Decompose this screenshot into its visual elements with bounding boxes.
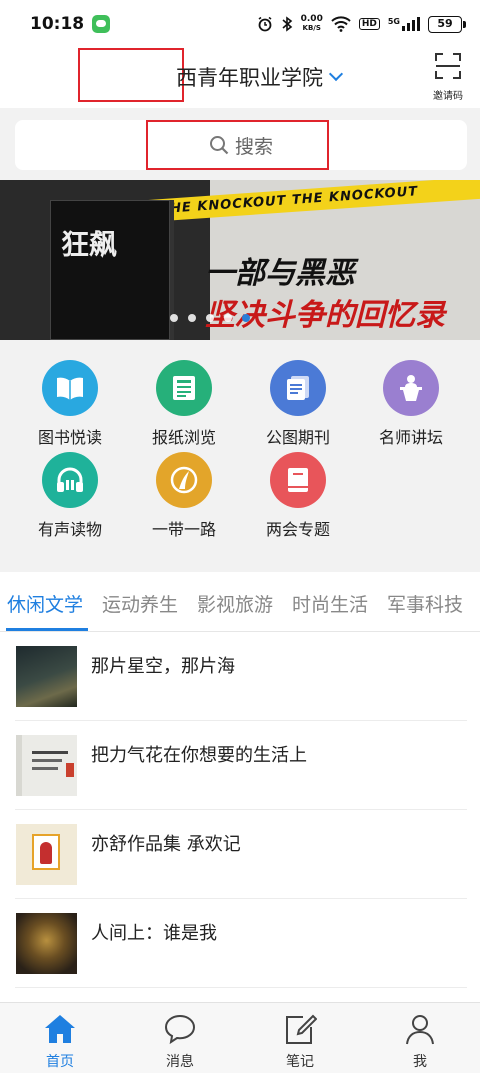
signal-indicator: 5G <box>388 17 420 31</box>
status-bar: 10:18 0.00 KB/S HD 5G 59 <box>0 0 480 48</box>
shortcut-label: 公图期刊 <box>265 428 330 447</box>
shortcut-grid: 图书悦读 报纸浏览 公图期刊 名师讲坛 有声读物 一带一路 两会专题 <box>0 340 480 570</box>
shortcut-audiobooks[interactable]: 有声读物 <box>10 452 130 540</box>
shortcut-newspaper[interactable]: 报纸浏览 <box>124 360 244 448</box>
speed-value: 0.00 <box>300 14 323 24</box>
hd-badge: HD <box>358 18 380 30</box>
scan-icon <box>435 53 461 79</box>
promo-banner[interactable]: THE KNOCKOUT THE KNOCKOUT 狂飙 一部与黑恶 坚决斗争的… <box>0 180 480 340</box>
pagination-dot[interactable] <box>188 314 196 322</box>
shortcut-label: 图书悦读 <box>37 428 102 447</box>
nav-label: 我 <box>413 1054 427 1070</box>
shortcut-label: 有声读物 <box>37 520 102 539</box>
search-area: 搜索 <box>0 108 480 180</box>
message-icon <box>164 1014 196 1045</box>
home-icon <box>45 1015 75 1043</box>
shortcut-belt-road[interactable]: 一带一路 <box>124 452 244 540</box>
pagination-dot-active[interactable] <box>242 314 250 322</box>
article-list: 那片星空，那片海 把力气花在你想要的生活上 亦舒作品集 承欢记 人间上：谁是我 <box>0 632 480 1002</box>
chevron-down-icon <box>328 66 344 82</box>
book-open-icon <box>42 360 98 416</box>
red-book-icon <box>270 452 326 508</box>
pagination-dot[interactable] <box>170 314 178 322</box>
article-thumbnail <box>16 913 77 974</box>
shortcut-book-reading[interactable]: 图书悦读 <box>10 360 130 448</box>
shortcut-lectures[interactable]: 名师讲坛 <box>351 360 471 448</box>
list-item[interactable]: 亦舒作品集 承欢记 <box>15 810 467 899</box>
newspaper-icon <box>156 360 212 416</box>
banner-book-title: 狂飙 <box>61 228 118 261</box>
invite-code-label: 邀请码 <box>433 91 463 102</box>
podium-icon <box>383 360 439 416</box>
school-selector[interactable]: 西青年职业学院 <box>176 62 344 92</box>
article-title: 把力气花在你想要的生活上 <box>91 745 307 766</box>
document-icon <box>270 360 326 416</box>
invite-code-button[interactable]: 邀请码 <box>428 52 468 102</box>
nav-label: 消息 <box>166 1054 194 1070</box>
article-thumbnail <box>16 824 77 885</box>
network-type: 5G <box>387 17 400 26</box>
app-header: 西青年职业学院 邀请码 <box>0 48 480 108</box>
tab-fashion-life[interactable]: 时尚生活 <box>292 590 368 617</box>
tab-military-tech[interactable]: 军事科技 <box>387 590 463 617</box>
pagination-dot[interactable] <box>224 314 232 322</box>
shortcut-label: 两会专题 <box>265 520 330 539</box>
school-title: 西青年职业学院 <box>176 66 323 90</box>
search-input[interactable]: 搜索 <box>15 120 467 170</box>
belt-road-icon <box>156 452 212 508</box>
banner-pagination <box>170 314 250 322</box>
nav-label: 首页 <box>46 1054 74 1070</box>
note-icon <box>286 1014 318 1044</box>
wechat-notification-icon <box>92 15 111 33</box>
active-tab-indicator <box>6 628 88 631</box>
thumbnail-text-lines <box>32 759 62 762</box>
list-item[interactable]: 人间上：谁是我 <box>15 899 467 988</box>
alarm-icon <box>258 16 272 32</box>
thumbnail-figure <box>40 842 52 864</box>
shortcut-label: 名师讲坛 <box>378 428 443 447</box>
article-title: 人间上：谁是我 <box>91 923 217 944</box>
tab-film-travel[interactable]: 影视旅游 <box>197 590 273 617</box>
thumbnail-accent <box>66 763 74 777</box>
shortcut-label: 报纸浏览 <box>151 428 216 447</box>
nav-home[interactable]: 首页 <box>20 1013 100 1071</box>
bottom-navigation: 首页 消息 笔记 我 <box>0 1002 480 1073</box>
signal-bars-icon <box>402 17 420 31</box>
battery-level: 59 <box>437 16 453 30</box>
thumbnail-text-lines <box>32 751 68 754</box>
speed-unit: KB/S <box>302 24 321 32</box>
tab-leisure-literature[interactable]: 休闲文学 <box>7 590 83 617</box>
nav-label: 笔记 <box>286 1054 314 1070</box>
shortcut-journals[interactable]: 公图期刊 <box>238 360 358 448</box>
search-highlight-box <box>146 120 329 170</box>
article-title: 亦舒作品集 承欢记 <box>91 834 241 855</box>
status-time: 10:18 <box>30 14 85 34</box>
shortcut-label: 一带一路 <box>151 520 216 539</box>
shortcut-two-sessions[interactable]: 两会专题 <box>238 452 358 540</box>
list-item[interactable]: 那片星空，那片海 <box>15 632 467 721</box>
pagination-dot[interactable] <box>206 314 214 322</box>
category-tabs: 休闲文学 运动养生 影视旅游 时尚生活 军事科技 <box>0 572 480 632</box>
redacted-region-highlight <box>78 48 184 102</box>
nav-notes[interactable]: 笔记 <box>260 1013 340 1071</box>
wifi-icon <box>331 16 351 32</box>
nav-me[interactable]: 我 <box>380 1013 460 1071</box>
banner-book-cover: 狂飙 <box>50 200 170 340</box>
list-item[interactable]: 把力气花在你想要的生活上 <box>15 721 467 810</box>
nav-messages[interactable]: 消息 <box>140 1013 220 1071</box>
search-icon <box>209 136 229 155</box>
bluetooth-icon <box>282 16 292 32</box>
tab-sports-health[interactable]: 运动养生 <box>102 590 178 617</box>
network-speed: 0.00 KB/S <box>301 15 323 33</box>
headphones-icon <box>42 452 98 508</box>
banner-headline-2: 坚决斗争的回忆录 <box>205 298 445 333</box>
battery-icon: 59 <box>428 15 466 33</box>
user-icon <box>406 1015 434 1045</box>
article-title: 那片星空，那片海 <box>91 656 235 677</box>
thumbnail-text-lines <box>32 767 58 770</box>
article-thumbnail <box>16 646 77 707</box>
article-thumbnail <box>16 735 77 796</box>
banner-headline-1: 一部与黑恶 <box>205 256 355 291</box>
